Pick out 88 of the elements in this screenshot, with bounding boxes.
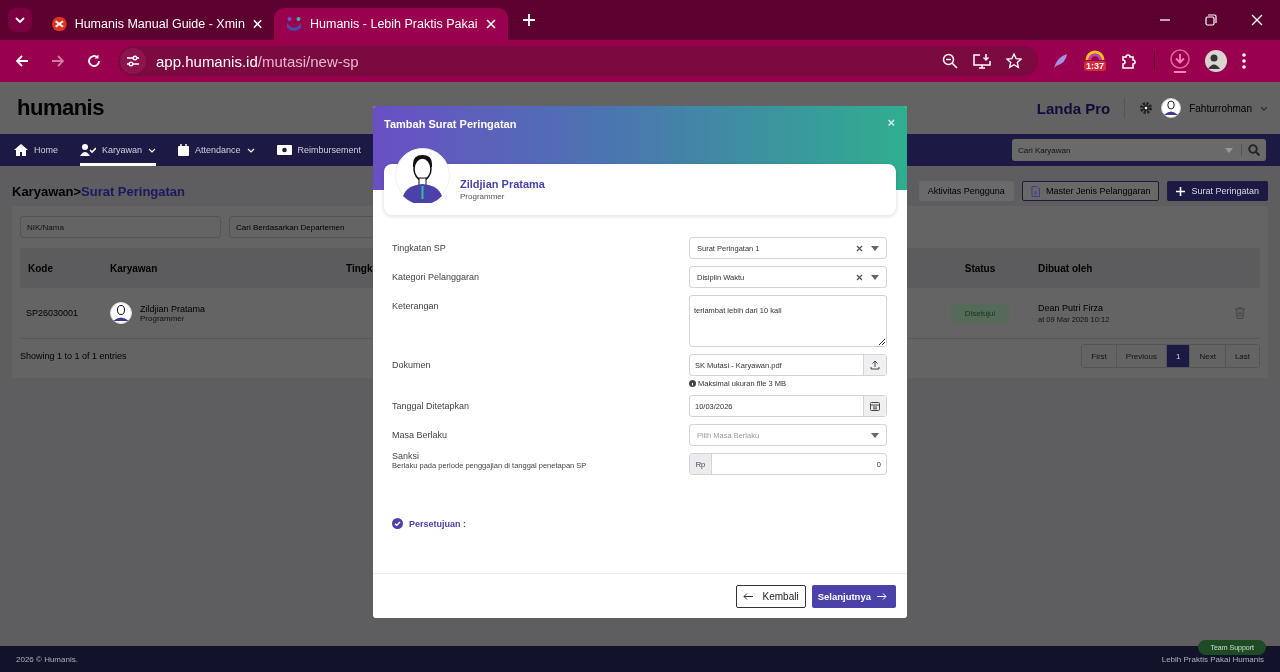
- arrow-left-icon: [742, 592, 753, 600]
- field-label: Keterangan: [392, 301, 440, 311]
- url-text: app.humanis.id/mutasi/new-sp: [156, 52, 359, 70]
- site-settings-icon[interactable]: [120, 48, 146, 74]
- check-circle-icon: [392, 518, 403, 529]
- caret-icon: [871, 274, 879, 280]
- money-icon: [276, 145, 292, 155]
- field-label: Tanggal Ditetapkan: [392, 401, 471, 411]
- field-label: Masa Berlaku: [392, 430, 449, 440]
- field-label: Dokumen: [392, 360, 432, 370]
- plus-icon: [1176, 186, 1186, 196]
- restore-icon[interactable]: [1205, 14, 1217, 26]
- caret-icon: [1225, 147, 1233, 153]
- column-header: Karyawan: [109, 262, 159, 274]
- column-header: Kode: [27, 262, 54, 274]
- column-header: Dibuat oleh: [1037, 262, 1094, 274]
- feather-icon[interactable]: [1052, 53, 1068, 69]
- field-label: Tingkatan SP: [392, 243, 447, 253]
- company-name: Landa Pro: [1036, 99, 1111, 117]
- puzzle-icon[interactable]: [1120, 52, 1138, 70]
- chevron-down-icon: [14, 14, 26, 26]
- new-tab-icon[interactable]: [522, 13, 536, 27]
- favicon-icon: [52, 16, 67, 32]
- address-bar[interactable]: app.humanis.id/mutasi/new-sp: [118, 46, 1038, 76]
- resize-grip-icon[interactable]: [878, 338, 885, 345]
- column-header: Tingk: [345, 262, 374, 274]
- user-check-icon: [80, 144, 96, 156]
- close-window-icon[interactable]: [1251, 14, 1263, 26]
- browser-tab[interactable]: Humanis Manual Guide - Xmin: [40, 8, 274, 40]
- tab-search-button[interactable]: [8, 8, 32, 32]
- employee-role: Programmer: [460, 192, 506, 201]
- browser-tab[interactable]: Humanis - Lebih Praktis Pakai: [274, 8, 508, 40]
- nav-item[interactable]: Karyawan: [80, 134, 157, 166]
- nav-item[interactable]: Home: [14, 134, 58, 166]
- clear-icon[interactable]: [856, 244, 863, 252]
- caret-icon: [871, 245, 879, 251]
- zoom-out-icon[interactable]: [942, 53, 958, 69]
- user-menu[interactable]: Fahturrohman: [1189, 102, 1252, 114]
- upload-icon[interactable]: [870, 360, 880, 370]
- field-label: Sanksi: [392, 451, 420, 461]
- field-label: Kategori Pelanggaran: [392, 272, 481, 282]
- employee-search-field[interactable]: Cari Karyawan: [1012, 139, 1266, 161]
- close-tab-icon[interactable]: [252, 19, 262, 29]
- continue-button[interactable]: Selanjutnya: [811, 584, 896, 608]
- clear-icon[interactable]: [856, 273, 863, 281]
- add-button[interactable]: Surat Peringatan: [1167, 181, 1268, 201]
- employee-name: Zildjian Pratama: [460, 178, 545, 190]
- reload-icon[interactable]: [86, 53, 102, 69]
- menu-icon[interactable]: [1241, 52, 1247, 70]
- forward-icon[interactable]: [50, 53, 66, 69]
- tagline-text: Lebih Praktis Pakai Humanis: [1161, 654, 1264, 664]
- status-badge: Disetujui: [950, 303, 1010, 323]
- nav-item[interactable]: Reimbursement: [276, 134, 362, 166]
- logo[interactable]: humanis: [17, 95, 104, 121]
- settings-icon[interactable]: [1139, 101, 1154, 115]
- modal-title: Tambah Surat Peringatan: [384, 118, 518, 130]
- creator-name: Dean Putri Firza: [1038, 302, 1105, 313]
- calendar-icon[interactable]: [870, 401, 880, 411]
- copyright-text: 2026 © Humanis.: [16, 654, 78, 664]
- calendar-icon: [178, 144, 190, 156]
- back-icon[interactable]: [14, 53, 30, 69]
- action-button[interactable]: Aktivitas Pengguna: [918, 181, 1014, 201]
- employee-role: Programmer: [140, 313, 186, 323]
- install-app-icon[interactable]: [973, 53, 991, 69]
- employee-avatar: [110, 302, 132, 324]
- document-icon: [1030, 185, 1040, 197]
- entries-info: Showing 1 to 1 of 1 entries: [20, 351, 127, 361]
- caret-icon: [871, 432, 879, 438]
- section-title: Persetujuan :: [409, 518, 466, 529]
- table-cell-text: SP26030001: [25, 308, 80, 318]
- chevron-down-icon: [246, 146, 255, 154]
- info-icon: [689, 380, 696, 387]
- arrow-right-icon: [877, 592, 887, 600]
- profile-avatar[interactable]: [1205, 50, 1227, 72]
- back-button[interactable]: Kembali: [735, 584, 806, 608]
- employee-name: Zildjian Pratama: [140, 303, 206, 314]
- column-header: Status: [963, 262, 997, 274]
- nav-item[interactable]: Attendance: [178, 134, 255, 166]
- chevron-down-icon: [148, 146, 157, 154]
- home-icon: [14, 144, 28, 156]
- star-icon[interactable]: [1006, 53, 1022, 69]
- user-avatar[interactable]: [1161, 98, 1182, 118]
- favicon-icon: [286, 16, 302, 32]
- download-icon[interactable]: [1169, 49, 1191, 73]
- breadcrumb: Karyawan>Surat Peringatan: [12, 183, 186, 199]
- close-tab-icon[interactable]: [486, 19, 496, 29]
- page-button[interactable]: 1: [1165, 345, 1190, 367]
- action-button[interactable]: Master Jenis Pelanggaran: [1021, 181, 1160, 201]
